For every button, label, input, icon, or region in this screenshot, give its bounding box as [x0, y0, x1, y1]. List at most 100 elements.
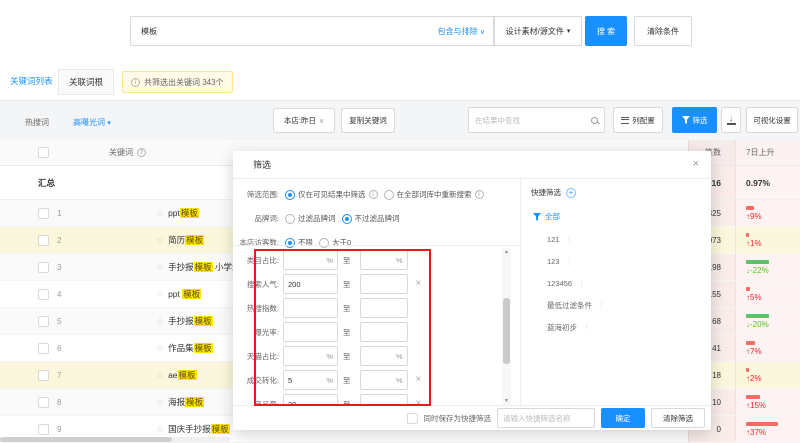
keyword-cell[interactable]: ppt 模板	[168, 288, 201, 300]
clear-field-icon[interactable]: ×	[416, 375, 422, 385]
keyword-cell[interactable]: 手抄报模板 小学生	[168, 261, 240, 273]
range-max-input[interactable]: %	[360, 370, 408, 390]
quick-filter-item[interactable]: 123⋮	[531, 250, 711, 272]
quick-filter-all[interactable]: 全部	[533, 211, 711, 222]
radio-option[interactable]: 过滤品牌词	[285, 213, 336, 224]
row-checkbox[interactable]	[38, 424, 49, 435]
caret-down-icon: ▾	[567, 27, 571, 35]
row-checkbox[interactable]	[38, 397, 49, 408]
save-quick-filter-checkbox[interactable]	[407, 413, 418, 424]
row-checkbox[interactable]	[38, 316, 49, 327]
help-icon[interactable]: ?	[137, 148, 146, 157]
word-type-dropdown[interactable]: 高曝光词 ▾	[73, 117, 111, 128]
row-checkbox[interactable]	[38, 343, 49, 354]
star-icon[interactable]: ☆	[156, 424, 164, 435]
clear-conditions-button[interactable]: 清除条件	[634, 16, 692, 46]
star-icon[interactable]: ☆	[156, 262, 164, 273]
row-checkbox[interactable]	[38, 262, 49, 273]
keyword-cell[interactable]: 作品集模板	[168, 342, 213, 354]
radio-icon[interactable]	[285, 190, 295, 200]
star-icon[interactable]: ☆	[156, 289, 164, 300]
horizontal-scrollbar[interactable]	[0, 437, 230, 442]
keyword-cell[interactable]: 手抄报模板	[168, 315, 213, 327]
radio-option[interactable]: 不过滤品牌词	[342, 213, 400, 224]
row-index: 7	[57, 371, 71, 380]
row-checkbox[interactable]	[38, 235, 49, 246]
copy-keywords-button[interactable]: 复制关键词	[341, 108, 395, 133]
keyword-cell[interactable]: 国庆手抄报模板	[168, 423, 230, 435]
select-all-checkbox[interactable]	[38, 147, 49, 158]
more-icon[interactable]: ⋮	[583, 323, 591, 332]
more-icon[interactable]: ⋮	[598, 301, 606, 310]
range-max-input[interactable]	[360, 274, 408, 294]
scroll-down-icon[interactable]: ▼	[504, 397, 509, 405]
quick-filter-item[interactable]: 最低过滤条件⋮	[531, 294, 711, 316]
keyword-cell[interactable]: 简历模板	[168, 234, 204, 246]
radio-icon[interactable]	[319, 238, 329, 248]
radio-icon[interactable]	[342, 214, 352, 224]
rise-column-header[interactable]: 7日上升	[735, 140, 800, 165]
filter-modal: 筛选 × 筛选范围:仅在可见结果中筛选i在全部词库中重新搜索i品牌词:过滤品牌词…	[233, 151, 711, 430]
quick-filter-item[interactable]: 121⋮	[531, 228, 711, 250]
range-min-input[interactable]: 30	[283, 394, 338, 405]
keyword-cell[interactable]: 海报模板	[168, 396, 204, 408]
result-search-input[interactable]	[475, 116, 591, 125]
range-max-input[interactable]	[360, 298, 408, 318]
star-icon[interactable]: ☆	[156, 316, 164, 327]
more-icon[interactable]: ⋮	[578, 279, 586, 288]
close-icon[interactable]: ×	[693, 159, 699, 170]
star-icon[interactable]: ☆	[156, 343, 164, 354]
range-min-input[interactable]	[283, 322, 338, 342]
search-button[interactable]: 搜 索	[585, 16, 627, 46]
column-config-button[interactable]: 列配置	[613, 107, 663, 133]
clear-filter-button[interactable]: 清除筛选	[651, 408, 705, 428]
radio-icon[interactable]	[285, 238, 295, 248]
download-button[interactable]: ↓	[721, 107, 741, 133]
modal-scrollbar[interactable]: ▲ ▼	[502, 248, 511, 405]
radio-option[interactable]: 仅在可见结果中筛选i	[285, 189, 378, 200]
search-icon[interactable]	[591, 117, 598, 124]
star-icon[interactable]: ☆	[156, 235, 164, 246]
scroll-up-icon[interactable]: ▲	[504, 248, 509, 256]
shop-date-select[interactable]: 本店:昨日 ∨	[273, 108, 335, 133]
star-icon[interactable]: ☆	[156, 370, 164, 381]
filter-button[interactable]: 筛选	[672, 107, 717, 133]
tab-keyword-list[interactable]: 关键词列表	[10, 75, 53, 87]
range-min-input[interactable]: 5%	[283, 370, 338, 390]
main-search-input[interactable]: 模板 包含与排除 ∨	[130, 16, 494, 46]
category-dropdown[interactable]: 设计素材/源文件 ▾	[494, 16, 582, 46]
quick-filter-item[interactable]: 123456⋮	[531, 272, 711, 294]
range-max-input[interactable]: %	[360, 346, 408, 366]
keyword-cell[interactable]: ae模板	[168, 369, 196, 381]
more-icon[interactable]: ⋮	[566, 235, 574, 244]
row-checkbox[interactable]	[38, 370, 49, 381]
range-min-input[interactable]: %	[283, 346, 338, 366]
row-checkbox[interactable]	[38, 289, 49, 300]
range-min-input[interactable]: %	[283, 250, 338, 270]
range-max-input[interactable]: %	[360, 250, 408, 270]
radio-option[interactable]: 大于0	[319, 237, 351, 248]
radio-option[interactable]: 不限	[285, 237, 313, 248]
clear-field-icon[interactable]: ×	[416, 279, 422, 289]
radio-icon[interactable]	[285, 214, 295, 224]
quick-filter-item[interactable]: 蓝海初步⋮	[531, 316, 711, 338]
add-quick-filter-icon[interactable]: +	[566, 188, 576, 198]
star-icon[interactable]: ☆	[156, 208, 164, 219]
range-max-input[interactable]	[360, 322, 408, 342]
scrollbar-thumb[interactable]	[503, 298, 510, 364]
range-min-input[interactable]	[283, 298, 338, 318]
include-exclude-dropdown[interactable]: 包含与排除 ∨	[438, 26, 485, 37]
visualization-settings-button[interactable]: 可视化设置	[746, 107, 798, 133]
star-icon[interactable]: ☆	[156, 397, 164, 408]
tab-related-roots[interactable]: 关联词根	[58, 69, 114, 95]
more-icon[interactable]: ⋮	[566, 257, 574, 266]
keyword-cell[interactable]: ppt模板	[168, 207, 199, 219]
radio-option[interactable]: 在全部词库中重新搜索i	[384, 189, 484, 200]
range-max-input[interactable]	[360, 394, 408, 405]
row-checkbox[interactable]	[38, 208, 49, 219]
quick-filter-name-input[interactable]	[497, 408, 595, 428]
radio-icon[interactable]	[384, 190, 394, 200]
confirm-button[interactable]: 确定	[601, 408, 645, 428]
range-min-input[interactable]: 200	[283, 274, 338, 294]
scrollbar-thumb[interactable]	[0, 437, 172, 442]
